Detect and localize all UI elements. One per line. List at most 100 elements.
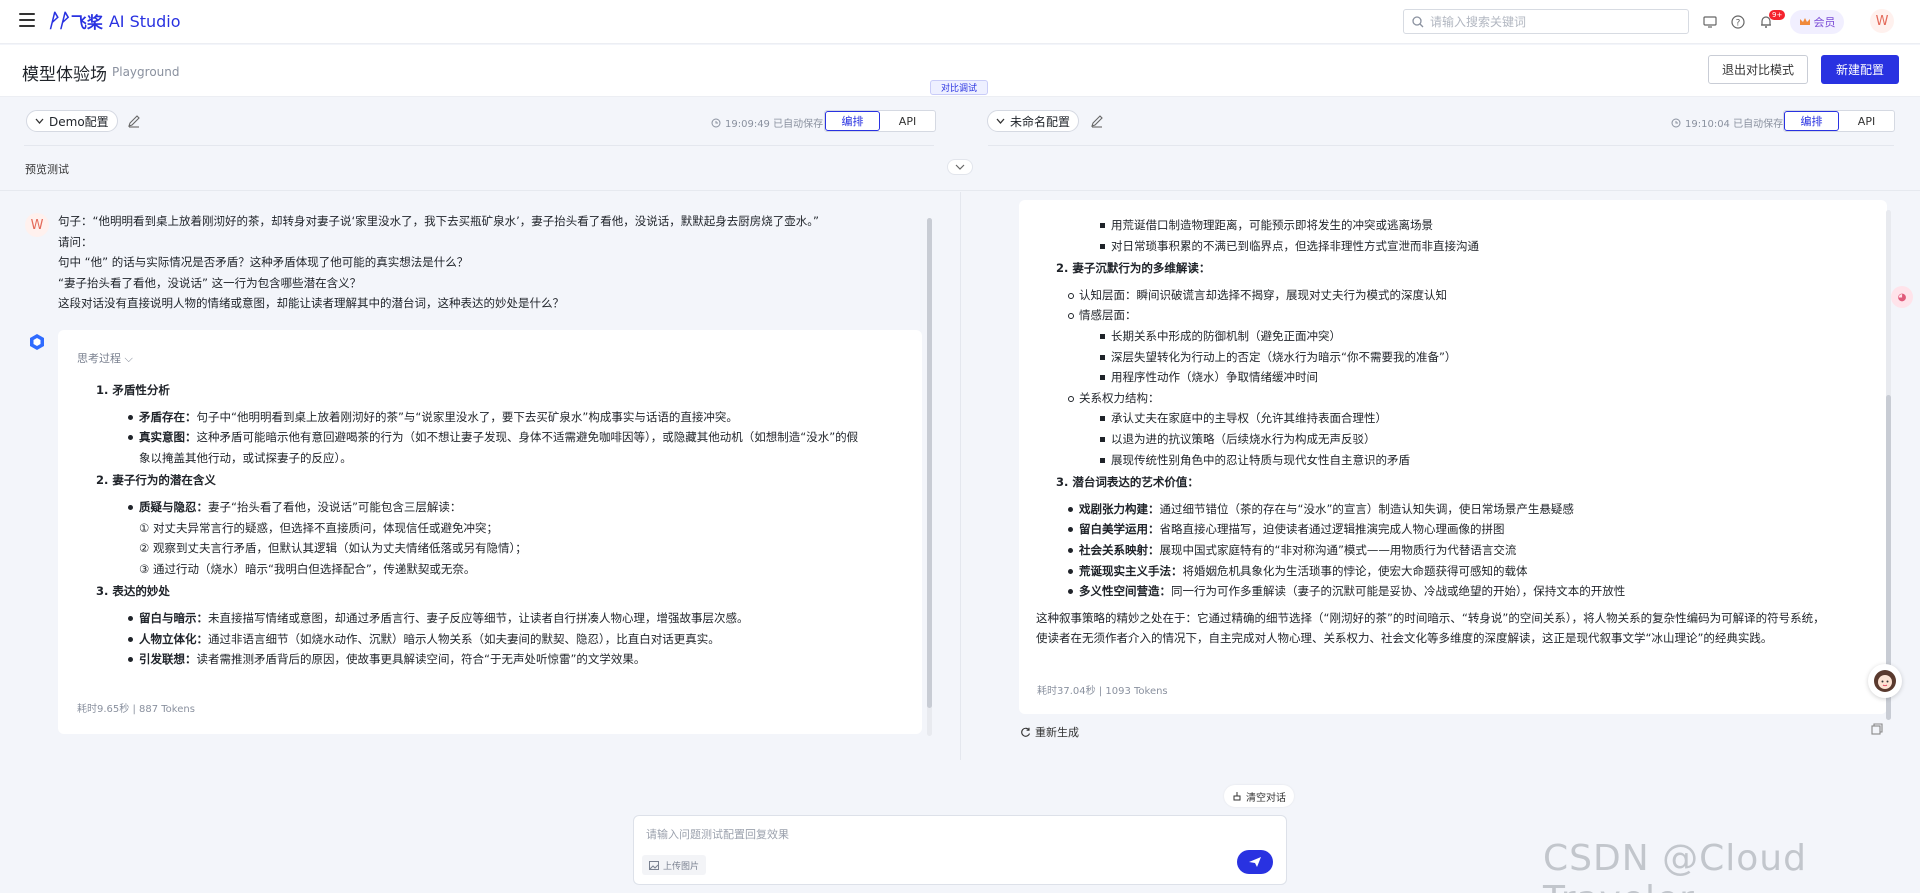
user-message-line: 这段对话没有直接说明人物的情绪或意图，却能让读者理解其中的潜台词，这种表达的妙处… [58,296,564,310]
top-navbar: ᚹᚹ 飞桨 AI Studio 请输入搜索关键词 ? 9+ 会员 W [0,0,1920,44]
hamburger-menu-icon[interactable] [19,13,35,27]
list-item: 留白美学运用：省略直接心理描写，迫使读者通过逻辑推演完成人物心理画像的拼图 [1036,519,1876,540]
list-item: 用程序性动作（烧水）争取情绪缓冲时间 [1036,367,1876,388]
clock-icon [711,118,721,127]
left-config-divider [24,145,934,146]
answer-heading: 1. 矛盾性分析 [96,383,170,397]
item-text: 读者需推测矛盾背后的原因，使故事更具解读空间，符合“于无声处听惊雷”的文学效果。 [196,652,646,667]
send-button[interactable] [1237,850,1273,874]
preview-title: 预览测试 [25,163,69,176]
new-config-button[interactable]: 新建配置 [1821,55,1899,84]
right-config-selector[interactable]: 未命名配置 [987,110,1080,132]
search-placeholder: 请输入搜索关键词 [1430,15,1527,29]
tab-api[interactable]: API [880,111,935,131]
tab-api[interactable]: API [1839,111,1894,131]
logo-product: AI Studio [108,11,181,31]
floating-avatar-icon[interactable] [1868,664,1902,698]
svg-text:?: ? [1736,19,1741,29]
watermark: CSDN @Cloud Traveler [1543,838,1807,893]
item-text: 同一行为可作多重解读（妻子的沉默可能是妥协、冷战或绝望的开始），保持文本的开放性 [1171,584,1626,599]
list-item: 荒诞现实主义手法：将婚姻危机具象化为生活琐事的悖论，使宏大命题获得可感知的载体 [1036,561,1876,582]
floating-assistant-icon[interactable]: ◕ [1891,286,1913,308]
item-bold: 戏剧张力构建： [1079,501,1160,516]
answer-heading: 2. 妻子行为的潜在含义 [96,473,216,488]
conclusion-line: 使读者在无须作者介入的情况下，自主完成对人物心理、关系权力、社会文化等多维度的深… [1036,631,1773,646]
item-text: 通过细节错位（茶的存在与“没水”的宣言）制造认知失调，使日常场景产生悬疑感 [1159,501,1574,516]
item-text: 这种矛盾可能暗示他有意回避喝茶的行为（如不想让妻子发现、身体不适需避免咖啡因等）… [196,430,859,445]
user-message-line: 请问： [58,234,93,249]
item-text: 未直接描写情绪或意图，却通过矛盾言行、妻子反应等细节，让读者自行拼凑人物心理，增… [208,610,749,625]
item-text: 妻子“抬头看了看他，没说话”可能包含三层解读： [208,499,462,514]
thinking-toggle[interactable]: 思考过程 ⌵ [77,350,133,366]
answer-heading: 2. 妻子沉默行为的多维解读： [1056,261,1211,276]
edit-icon[interactable] [127,114,141,128]
left-config-name: Demo配置 [49,114,109,129]
left-answer-body: 1. 矛盾性分析 矛盾存在：句子中“他明明看到桌上放着刚沏好的茶”与“说家里没水… [96,378,906,670]
clear-label: 清空对话 [1246,792,1286,804]
logo[interactable]: ᚹᚹ 飞桨 AI Studio [47,9,181,33]
list-item: 长期关系中形成的防御机制（避免正面冲突） [1036,326,1876,347]
item-bold: 真实意图： [139,430,197,445]
help-icon[interactable]: ? [1730,14,1746,30]
user-message-line: 句中 “他” 的话与实际情况是否矛盾？这种矛盾体现了他可能的真实想法是什么？ [58,255,469,269]
left-autosave-status: 19:09:49 已自动保存 [711,115,823,130]
left-scrollbar-thumb[interactable] [927,218,932,708]
preview-bar: 预览测试 [0,147,1920,191]
list-item: 用荒诞借口制造物理距离，可能预示即将发生的冲突或逃离场景 [1036,215,1876,236]
right-mode-toggle: 编排 API [1783,110,1895,132]
tab-arrange[interactable]: 编排 [1784,111,1839,131]
image-icon [649,860,659,870]
item-text: 将婚姻危机具象化为生活琐事的悖论，使宏大命题获得可感知的载体 [1182,563,1528,578]
list-item: 以退为进的抗议策略（后续烧水行为构成无声反驳） [1036,429,1876,450]
clear-conversation-button[interactable]: 清空对话 [1224,785,1294,807]
refresh-icon [1021,727,1031,737]
tab-arrange[interactable]: 编排 [825,111,880,131]
item-bold: 质疑与隐忍： [139,499,208,514]
edit-icon[interactable] [1090,114,1104,128]
item-bold: 留白美学运用： [1079,522,1160,537]
list-item: 引发联想：读者需推测矛盾背后的原因，使故事更具解读空间，符合“于无声处听惊雷”的… [96,649,906,670]
girl-avatar-icon [1874,670,1896,692]
monitor-icon[interactable] [1702,14,1718,30]
list-item: 承认丈夫在家庭中的主导权（允许其维持表面合理性） [1036,408,1876,429]
right-autosave-text: 19:10:04 已自动保存 [1685,119,1784,130]
copy-icon[interactable] [1870,722,1884,736]
list-item: 关系权力结构： [1036,388,1876,409]
list-item: 认知层面：瞬间识破谎言却选择不揭穿，展现对丈夫行为模式的深度认知 [1036,285,1876,306]
search-input[interactable]: 请输入搜索关键词 [1403,9,1689,34]
left-answer-meta: 耗时9.65秒 | 887 Tokens [77,704,195,715]
left-config-bar: Demo配置 19:09:49 已自动保存 编排 API [0,98,960,144]
user-message-line: 句子：“他明明看到桌上放着刚沏好的茶，却转身对妻子说‘家里没水了，我下去买瓶矿泉… [58,214,819,228]
item-continuation: 象以掩盖其他行动，或试探妻子的反应）。 [139,450,352,465]
exit-compare-button[interactable]: 退出对比模式 [1708,55,1808,84]
answer-heading: 3. 表达的妙处 [96,584,170,599]
item-bold: 引发联想： [139,652,197,667]
list-item: 对日常琐事积累的不满已到临界点，但选择非理性方式宣泄而非直接沟通 [1036,236,1876,257]
vip-button[interactable]: 会员 [1790,10,1844,34]
user-message: 句子：“他明明看到桌上放着刚沏好的茶，却转身对妻子说‘家里没水了，我下去买瓶矿泉… [58,211,918,314]
logo-brand: 飞桨 [70,13,103,32]
chat-input[interactable] [646,826,1206,848]
list-item: 深层失望转化为行动上的否定（烧水行为暗示“你不需要我的准备”） [1036,347,1876,368]
item-text: 展现中国式家庭特有的“非对称沟通”模式——用物质行为代替语言交流 [1159,542,1517,557]
item-bold: 人物立体化： [139,631,208,646]
right-config-name: 未命名配置 [1010,114,1071,129]
user-avatar[interactable]: W [1870,9,1894,33]
list-item: 戏剧张力构建：通过细节错位（茶的存在与“没水”的宣言）制造认知失调，使日常场景产… [1036,499,1876,520]
item-bold: 荒诞现实主义手法： [1079,563,1183,578]
crown-icon [1799,18,1810,25]
upload-image-button[interactable]: 上传图片 [642,855,707,875]
list-item: 展现传统性别角色中的忍让特质与现代女性自主意识的矛盾 [1036,450,1876,471]
regenerate-button[interactable]: 重新生成 [1020,724,1079,740]
page-subtitle: Playground [112,65,180,79]
collapse-button[interactable] [947,159,973,175]
conclusion-line: 这种叙事策略的精妙之处在于：它通过精确的细节选择（“刚沏好的茶”的时间暗示、“转… [1036,610,1825,625]
left-config-selector[interactable]: Demo配置 [26,110,118,132]
item-text: 句子中“他明明看到桌上放着刚沏好的茶”与“说家里没水了，要下去买矿泉水”构成事实… [196,409,738,424]
answer-heading: 3. 潜台词表达的艺术价值： [1056,475,1199,490]
list-item: 矛盾存在：句子中“他明明看到桌上放着刚沏好的茶”与“说家里没水了，要下去买矿泉水… [96,407,906,428]
panel-divider [960,192,961,760]
list-item: 多义性空间营造：同一行为可作多重解读（妻子的沉默可能是妥协、冷战或绝望的开始），… [1036,581,1876,602]
notification-badge: 9+ [1769,10,1786,20]
chevron-down-icon [996,118,1005,124]
